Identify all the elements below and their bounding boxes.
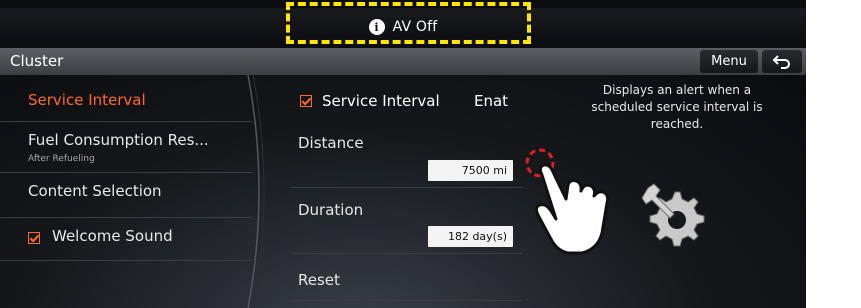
back-arrow-icon <box>772 54 790 69</box>
sidebar-item-label: Welcome Sound <box>52 227 173 245</box>
distance-label: Distance <box>298 134 364 152</box>
sidebar-item-label: Content Selection <box>28 182 162 200</box>
distance-value-field[interactable]: 7500 mi <box>428 160 513 181</box>
content-area: Service Interval Fuel Consumption Res...… <box>0 75 806 308</box>
duration-label: Duration <box>298 201 364 219</box>
wrench-gear-icon <box>641 183 705 247</box>
sidebar-item-welcome-sound[interactable]: Welcome Sound <box>0 218 252 261</box>
sidebar: Service Interval Fuel Consumption Res...… <box>0 75 252 308</box>
menu-button[interactable]: Menu <box>700 50 758 73</box>
service-interval-row[interactable]: Service Interval Enat <box>280 75 530 121</box>
service-interval-state: Enat <box>474 92 509 110</box>
menu-button-label: Menu <box>711 54 747 69</box>
tap-hand-icon <box>525 148 610 255</box>
reset-button[interactable]: Reset <box>280 259 530 299</box>
sidebar-item-label: Fuel Consumption Res... <box>28 131 209 149</box>
welcome-sound-checkbox[interactable] <box>28 232 40 244</box>
panel-divider <box>247 75 265 308</box>
sidebar-item-service-interval[interactable]: Service Interval <box>0 75 252 122</box>
sidebar-item-content-selection[interactable]: Content Selection <box>0 173 252 218</box>
duration-value-field[interactable]: 182 day(s) <box>428 226 513 247</box>
help-description: Displays an alert when a scheduled servi… <box>591 83 763 131</box>
distance-value: 7500 mi <box>461 164 507 177</box>
service-interval-checkbox[interactable] <box>300 95 312 107</box>
row-divider <box>290 300 522 301</box>
infotainment-screen: i AV Off Cluster Menu Service Interval F… <box>0 0 806 308</box>
duration-value: 182 day(s) <box>447 230 507 243</box>
sidebar-item-sublabel: After Refueling <box>28 154 95 164</box>
row-divider <box>290 253 522 254</box>
page-title: Cluster <box>10 52 64 70</box>
margin-strip <box>806 0 861 308</box>
sidebar-item-label: Service Interval <box>28 91 146 109</box>
service-interval-label: Service Interval <box>322 92 440 110</box>
settings-panel: Service Interval Enat Distance 7500 mi D… <box>280 75 530 308</box>
reset-label: Reset <box>298 271 340 289</box>
title-bar: Cluster Menu <box>0 48 806 75</box>
row-divider <box>290 187 522 188</box>
back-button[interactable] <box>762 50 802 73</box>
highlight-box <box>286 2 531 44</box>
sidebar-item-fuel-consumption[interactable]: Fuel Consumption Res... After Refueling <box>0 122 252 173</box>
